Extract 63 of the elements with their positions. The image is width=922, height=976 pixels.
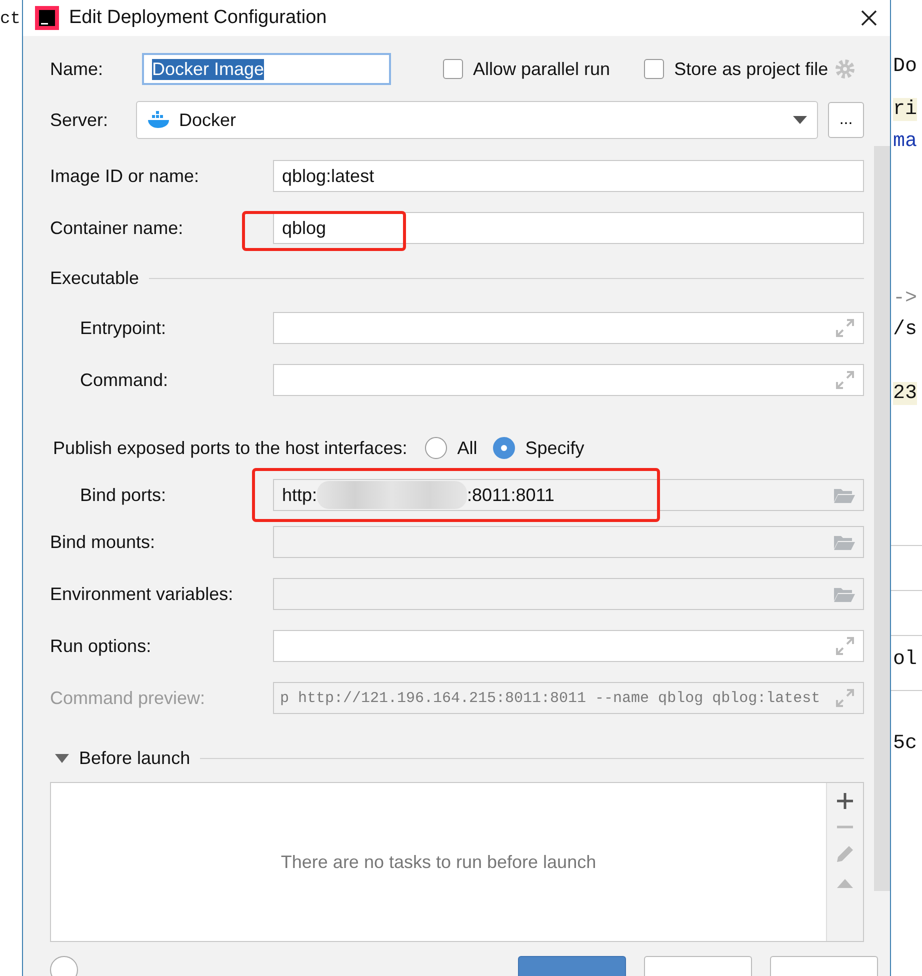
section-title: Executable [50,268,140,288]
text-field[interactable]: qblog:latest [273,160,864,192]
close-icon[interactable] [860,9,878,27]
section-title: Before launch [79,748,190,768]
folder-icon[interactable] [833,534,855,550]
radio-option[interactable]: Specify [493,437,584,459]
editor-text: ol [893,648,918,671]
folder-icon[interactable] [833,487,855,503]
editor-text: 23 [893,382,918,405]
help-button[interactable] [50,956,78,976]
checkbox-option[interactable]: Allow parallel run [443,58,610,80]
field-label: Bind ports: [79,484,168,506]
editor-text: ct [0,10,20,29]
whale-icon [147,111,171,129]
editor-text: ri [893,98,918,121]
window-title: Edit Deployment Configuration [69,7,328,29]
dialog-button[interactable] [644,956,752,976]
gear-icon[interactable] [834,58,856,80]
field-label: Environment variables: [50,584,234,604]
folder-icon[interactable] [833,586,855,602]
expand-icon[interactable] [835,318,855,338]
primary-button[interactable] [518,956,626,976]
server-dropdown[interactable]: Docker [136,101,818,139]
field-label: Bind mounts: [50,532,156,552]
text-field[interactable] [273,312,864,344]
pencil-icon[interactable] [836,845,854,863]
field-label: Run options: [50,636,152,656]
name-label: Name: [50,58,104,80]
caret-icon [793,116,807,124]
field-label: Entrypoint: [79,318,168,338]
editor-text: Do [893,55,918,78]
field-label: Image ID or name: [50,166,200,186]
text-field[interactable]: qblog [273,212,864,244]
expand-icon[interactable] [835,370,855,390]
expand-icon[interactable] [835,636,855,656]
browse-button[interactable]: ... [828,102,864,138]
app-logo-icon [35,6,59,30]
publish-label: Publish exposed ports to the host interfaces: [52,438,408,458]
text-field[interactable] [273,364,864,396]
name-field[interactable]: Docker Image [142,53,391,85]
field-label: Command: [79,370,170,390]
editor-text: /s [893,318,918,341]
server-label: Server: [50,110,110,130]
scrollbar[interactable] [874,146,890,891]
collapse-caret-icon[interactable] [55,754,69,762]
ports-field[interactable]: http: :8011:8011 [273,479,864,511]
field-label: Container name: [50,218,184,238]
remove-icon[interactable] [837,825,853,829]
checkbox-option[interactable]: Store as project file [644,58,828,80]
move-up-icon[interactable] [837,879,853,888]
add-icon[interactable] [837,793,853,809]
editor-text: -> [893,287,918,310]
dialog-button[interactable] [770,956,878,976]
preview-field[interactable]: p http://121.196.164.215:8011:8011 --name qblog qblog:latest [273,682,864,714]
field-label: Command preview: [50,688,206,708]
radio-option[interactable]: All [425,437,478,459]
expand-icon[interactable] [835,688,855,708]
empty-message: There are no tasks to run before launch [280,852,596,872]
text-field[interactable] [273,578,864,610]
text-field[interactable] [273,526,864,558]
editor-text: 5c [893,732,918,755]
editor-text: ma [893,130,918,153]
text-field[interactable] [273,630,864,662]
